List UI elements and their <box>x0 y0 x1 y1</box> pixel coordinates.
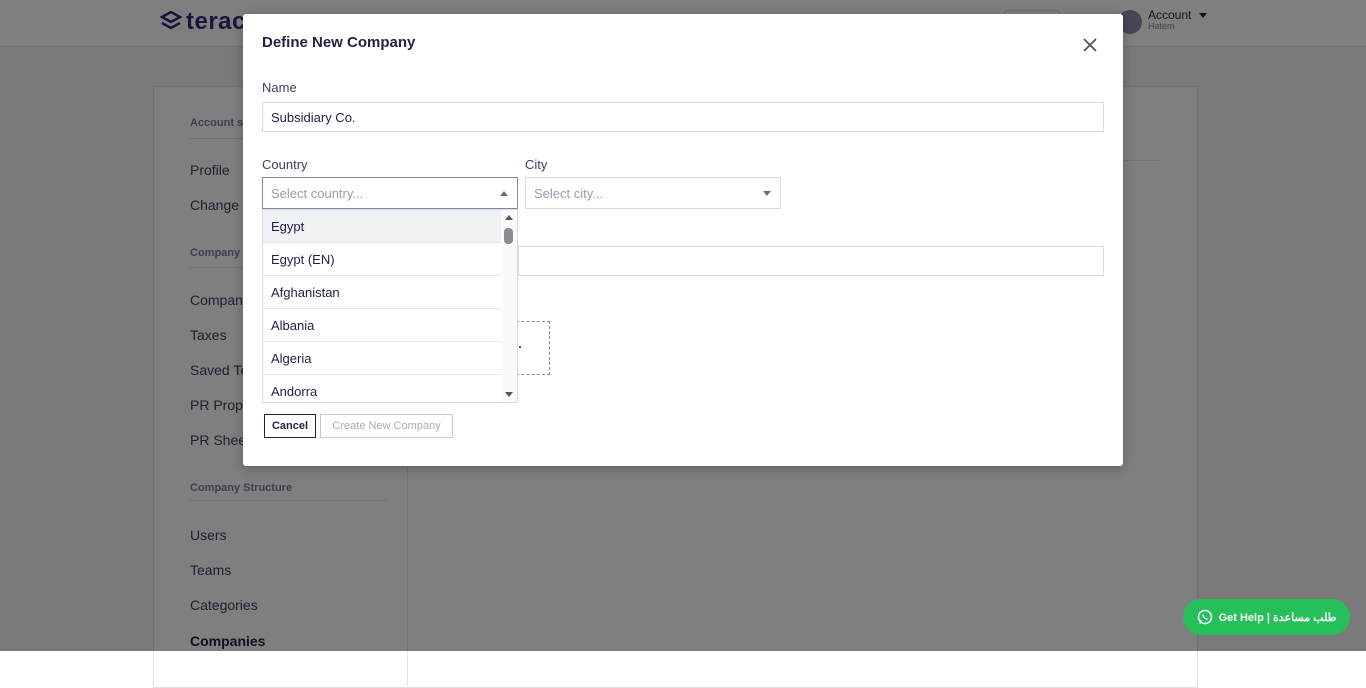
get-help-button[interactable]: Get Help | طلب مساعدة <box>1183 599 1350 635</box>
chevron-down-icon <box>763 191 771 196</box>
close-icon[interactable] <box>1081 36 1099 54</box>
name-input[interactable] <box>262 102 1104 132</box>
country-option-afghanistan[interactable]: Afghanistan <box>263 276 501 309</box>
country-dropdown: Egypt Egypt (EN) Afghanistan Albania Alg… <box>262 209 518 403</box>
create-company-button[interactable]: Create New Company <box>320 414 453 438</box>
country-option-egypt[interactable]: Egypt <box>263 210 501 243</box>
modal-title: Define New Company <box>262 34 416 51</box>
city-select-placeholder: Select city... <box>534 185 604 201</box>
country-select[interactable]: Select country... <box>262 177 518 209</box>
country-select-placeholder: Select country... <box>271 185 364 201</box>
upload-indicator <box>519 346 521 348</box>
scroll-down-icon[interactable] <box>505 392 513 397</box>
get-help-label: Get Help | طلب مساعدة <box>1218 611 1337 624</box>
country-label: Country <box>262 157 308 172</box>
scroll-up-icon[interactable] <box>505 215 513 220</box>
country-option-andorra[interactable]: Andorra <box>263 375 501 402</box>
name-label: Name <box>262 80 297 95</box>
scrollbar-thumb[interactable] <box>504 228 513 244</box>
dropdown-scrollbar[interactable] <box>501 210 517 402</box>
chevron-up-icon <box>500 191 508 196</box>
country-option-albania[interactable]: Albania <box>263 309 501 342</box>
country-option-egypt-en[interactable]: Egypt (EN) <box>263 243 501 276</box>
whatsapp-icon <box>1197 609 1212 625</box>
city-select[interactable]: Select city... <box>525 177 781 209</box>
define-company-modal: Define New Company Name Country Select c… <box>243 14 1123 466</box>
city-label: City <box>525 157 548 172</box>
address-input[interactable] <box>518 246 1104 276</box>
cancel-button[interactable]: Cancel <box>264 414 316 438</box>
logo-upload-area[interactable] <box>516 321 550 375</box>
country-option-algeria[interactable]: Algeria <box>263 342 501 375</box>
